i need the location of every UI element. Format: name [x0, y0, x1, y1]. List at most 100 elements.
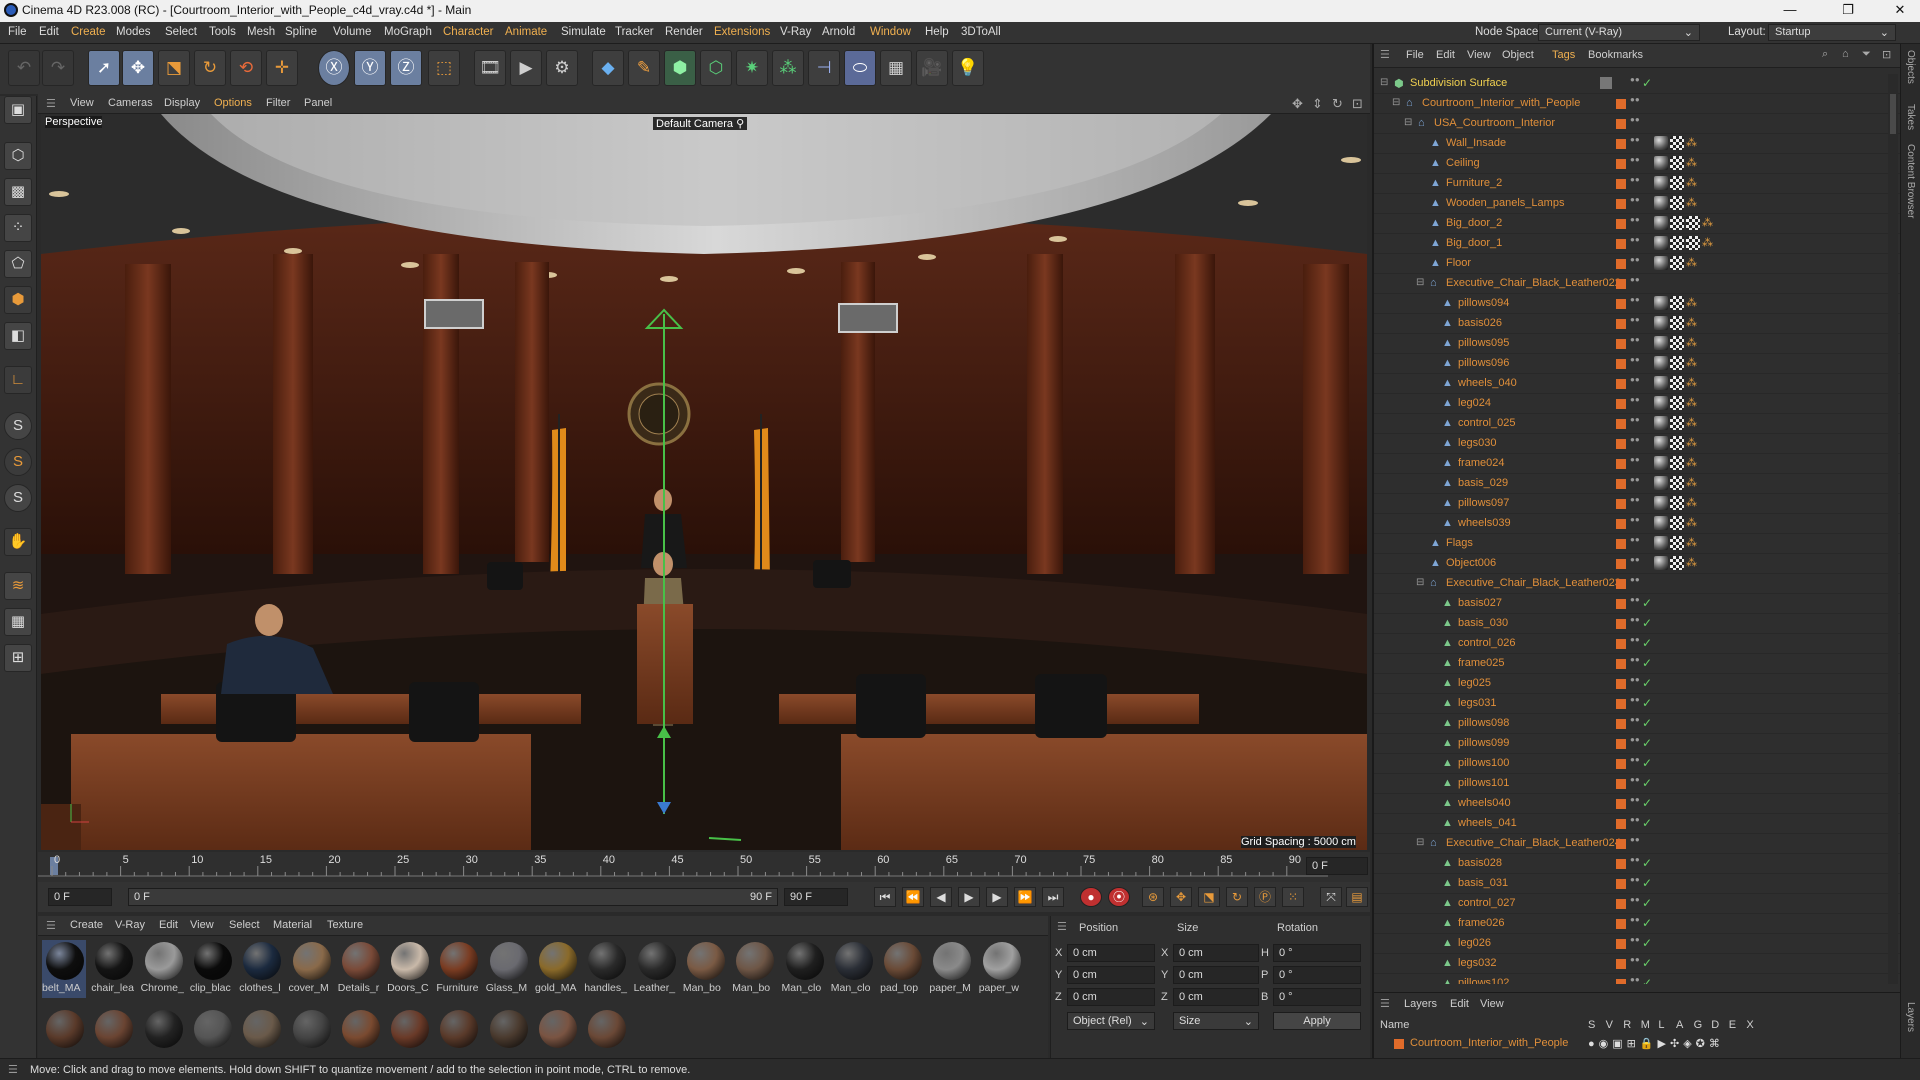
visibility-dots-icon[interactable]: ●●: [1630, 716, 1640, 730]
size-field[interactable]: 0 cm: [1173, 966, 1259, 984]
layer-color-swatch[interactable]: [1616, 179, 1626, 189]
vray-tag-icon[interactable]: ⁂: [1686, 556, 1700, 570]
object-row[interactable]: ▲ basis027 ●● ✓: [1374, 594, 1902, 614]
vray-tag-icon[interactable]: ⁂: [1686, 496, 1700, 510]
x-axis-icon[interactable]: Ⓧ: [318, 50, 350, 86]
vray-tag-icon[interactable]: ⁂: [1686, 436, 1700, 450]
hamburger-icon[interactable]: ☰: [8, 1063, 18, 1076]
menu-create[interactable]: Create: [71, 26, 106, 38]
motion-icon[interactable]: ⤧: [1320, 887, 1342, 907]
key-rotation-icon[interactable]: ↻: [1226, 887, 1248, 907]
object-row[interactable]: ⊟ ⌂ Executive_Chair_Black_Leather023 ●●: [1374, 574, 1902, 594]
visibility-dots-icon[interactable]: ●●: [1630, 696, 1640, 710]
enabled-check-icon[interactable]: ✓: [1642, 776, 1652, 790]
size-field[interactable]: 0 cm: [1173, 944, 1259, 962]
next-frame-icon[interactable]: ▶: [986, 887, 1008, 907]
texture-tag-icon[interactable]: [1670, 176, 1684, 190]
vray-tag-icon[interactable]: ⁂: [1686, 456, 1700, 470]
layer-color-swatch[interactable]: [1616, 619, 1626, 629]
material-swatch[interactable]: [391, 1010, 430, 1048]
texture-tag-icon[interactable]: [1670, 536, 1684, 550]
tab-objects[interactable]: Objects: [1905, 50, 1916, 84]
vray-tag-icon[interactable]: ⁂: [1686, 296, 1700, 310]
texture-tag-icon[interactable]: [1670, 316, 1684, 330]
material-swatch[interactable]: cover_M: [289, 940, 333, 998]
auto-key-icon[interactable]: ⦿: [1108, 887, 1130, 907]
camera-icon[interactable]: 🎥: [916, 50, 948, 86]
object-row[interactable]: ▲ pillows099 ●● ✓: [1374, 734, 1902, 754]
texture-tag-icon[interactable]: [1670, 516, 1684, 530]
visibility-dots-icon[interactable]: ●●: [1630, 836, 1640, 850]
material-swatch[interactable]: Man_bo: [732, 940, 776, 998]
visibility-dots-icon[interactable]: ●●: [1630, 396, 1640, 410]
material-menu-vray[interactable]: V-Ray: [115, 919, 145, 931]
rotate-tool-icon[interactable]: ↻: [194, 50, 226, 86]
vray-tag-icon[interactable]: ⁂: [1686, 376, 1700, 390]
menu-mograph[interactable]: MoGraph: [384, 26, 432, 38]
visibility-dots-icon[interactable]: ●●: [1630, 376, 1640, 390]
object-row[interactable]: ▲ pillows094 ●● ⁂: [1374, 294, 1902, 314]
object-row[interactable]: ▲ basis_030 ●● ✓: [1374, 614, 1902, 634]
mograph-icon[interactable]: ✷: [736, 50, 768, 86]
material-swatch[interactable]: Glass_M: [486, 940, 530, 998]
axis-mode-icon[interactable]: ∟: [4, 366, 32, 394]
layout-select[interactable]: Startup ⌄: [1768, 24, 1896, 41]
material-swatch[interactable]: [46, 1010, 84, 1048]
material-tag-icon[interactable]: [1654, 336, 1668, 350]
layer-color-swatch[interactable]: [1616, 339, 1626, 349]
object-row[interactable]: ▲ control_026 ●● ✓: [1374, 634, 1902, 654]
layer-name[interactable]: Courtroom_Interior_with_People: [1410, 1037, 1568, 1049]
material-swatch[interactable]: chair_lea: [91, 940, 135, 998]
object-row[interactable]: ▲ pillows102 ●● ✓: [1374, 974, 1902, 984]
material-tag-icon[interactable]: [1654, 296, 1668, 310]
layer-color-swatch[interactable]: [1616, 839, 1626, 849]
close-button[interactable]: ✕: [1885, 2, 1915, 20]
layer-color-swatch[interactable]: [1616, 779, 1626, 789]
enabled-check-icon[interactable]: ✓: [1642, 696, 1652, 710]
layer-column-header[interactable]: G: [1694, 1019, 1703, 1031]
object-row[interactable]: ▲ Furniture_2 ●● ⁂: [1374, 174, 1902, 194]
redo-icon[interactable]: ↷: [42, 50, 74, 86]
object-row[interactable]: ▲ Floor ●● ⁂: [1374, 254, 1902, 274]
make-editable-icon[interactable]: ▣: [4, 96, 32, 124]
object-row[interactable]: ▲ frame025 ●● ✓: [1374, 654, 1902, 674]
expand-toggle-icon[interactable]: ⊟: [1380, 77, 1388, 88]
viewport-menu-filter[interactable]: Filter: [266, 97, 290, 109]
menu-window[interactable]: Window: [870, 26, 911, 38]
enabled-check-icon[interactable]: ✓: [1642, 596, 1652, 610]
snap-settings-icon[interactable]: S: [4, 448, 32, 476]
visibility-dots-icon[interactable]: ●●: [1630, 296, 1640, 310]
material-menu-select[interactable]: Select: [229, 919, 260, 931]
field-icon[interactable]: ⬭: [844, 50, 876, 86]
layer-color-swatch[interactable]: [1616, 739, 1626, 749]
menu-arnold[interactable]: Arnold: [822, 26, 855, 38]
visibility-dots-icon[interactable]: ●●: [1630, 496, 1640, 510]
render-region-icon[interactable]: 🎞: [474, 50, 506, 86]
filter-icon[interactable]: ⏷: [1862, 48, 1871, 61]
material-tag-icon[interactable]: [1654, 176, 1668, 190]
material-menu-edit[interactable]: Edit: [159, 919, 178, 931]
end-frame-field[interactable]: 0 F: [1306, 857, 1368, 875]
layer-color-swatch[interactable]: [1616, 759, 1626, 769]
material-tag-icon[interactable]: [1654, 156, 1668, 170]
layer-column-header[interactable]: D: [1711, 1019, 1719, 1031]
layer-color-swatch[interactable]: [1616, 119, 1626, 129]
material-swatch[interactable]: [193, 1010, 232, 1048]
material-tag-icon[interactable]: [1654, 376, 1668, 390]
model-mode-icon[interactable]: ⬡: [4, 142, 32, 170]
material-tag-icon[interactable]: [1654, 316, 1668, 330]
light-icon[interactable]: 💡: [952, 50, 984, 86]
layer-color-swatch[interactable]: [1616, 99, 1626, 109]
object-row[interactable]: ⊟ ⌂ Courtroom_Interior_with_People ●●: [1374, 94, 1902, 114]
menu-vray[interactable]: V-Ray: [780, 26, 811, 38]
move-tool-icon[interactable]: ✥: [122, 50, 154, 86]
layer-color-swatch[interactable]: [1616, 279, 1626, 289]
key-param-icon[interactable]: Ⓟ: [1254, 887, 1276, 907]
object-row[interactable]: ▲ control_027 ●● ✓: [1374, 894, 1902, 914]
edges-mode-icon[interactable]: ⬠: [4, 250, 32, 278]
layer-color-swatch[interactable]: [1616, 199, 1626, 209]
visibility-dots-icon[interactable]: ●●: [1630, 336, 1640, 350]
object-row[interactable]: ⊟ ⌂ Executive_Chair_Black_Leather022 ●●: [1374, 274, 1902, 294]
object-row[interactable]: ▲ Big_door_1 ●● ⁂: [1374, 234, 1902, 254]
visibility-dots-icon[interactable]: ●●: [1630, 276, 1640, 290]
